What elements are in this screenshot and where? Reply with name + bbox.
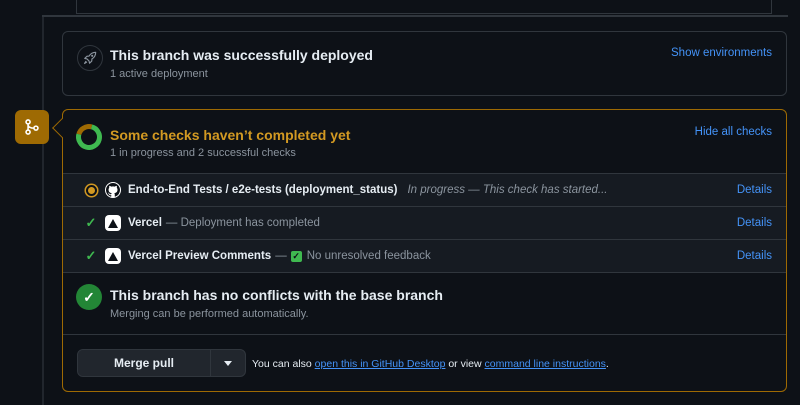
git-merge-icon	[15, 110, 49, 144]
check-description: No unresolved feedback	[306, 250, 431, 262]
check-row-vercel: ✓ Vercel — Deployment has completed Deta…	[63, 207, 786, 240]
check-name: Vercel	[128, 217, 162, 229]
checks-subtitle: 1 in progress and 2 successful checks	[110, 147, 296, 159]
deployment-status-box: This branch was successfully deployed 1 …	[62, 31, 787, 96]
check-row-vercel-preview-comments: ✓ Vercel Preview Comments — ✓ No unresol…	[63, 240, 786, 273]
checkbox-checked-icon: ✓	[290, 250, 302, 262]
conflicts-title: This branch has no conflicts with the ba…	[110, 287, 443, 303]
conflicts-subtitle: Merging can be performed automatically.	[110, 308, 309, 320]
merge-footer: Merge pull request You can also open thi…	[63, 335, 786, 391]
footer-prefix: You can also	[252, 358, 312, 370]
merge-status-box: Some checks haven’t completed yet 1 in p…	[62, 109, 787, 392]
check-details-link[interactable]: Details	[737, 250, 772, 262]
merge-options-dropdown[interactable]	[211, 350, 245, 376]
previous-timeline-item	[76, 0, 772, 14]
check-description: In progress — This check has started...	[407, 184, 608, 196]
merge-pull-request-button[interactable]: Merge pull request	[78, 350, 211, 376]
vercel-icon	[105, 215, 121, 231]
check-success-icon: ✓	[85, 215, 97, 230]
merge-alternatives-text: You can also open this in GitHub Desktop…	[252, 358, 609, 370]
open-in-github-desktop-link[interactable]: open this in GitHub Desktop	[315, 358, 446, 370]
show-environments-link[interactable]: Show environments	[671, 47, 772, 59]
check-success-icon: ✓	[85, 248, 97, 263]
footer-suffix: .	[605, 358, 609, 370]
conflicts-section: ✓ This branch has no conflicts with the …	[63, 273, 786, 335]
check-name: Vercel Preview Comments	[128, 250, 272, 262]
deployment-subtitle: 1 active deployment	[110, 68, 208, 80]
timeline-line	[42, 17, 44, 405]
checks-progress-ring-icon	[71, 119, 107, 155]
deployment-title: This branch was successfully deployed	[110, 47, 373, 63]
check-name: End-to-End Tests / e2e-tests (deployment…	[128, 184, 398, 196]
check-row-e2e: End-to-End Tests / e2e-tests (deployment…	[63, 174, 786, 207]
command-line-instructions-link[interactable]: command line instructions	[485, 358, 606, 370]
checks-title: Some checks haven’t completed yet	[110, 127, 351, 143]
check-details-link[interactable]: Details	[737, 184, 772, 196]
rocket-icon	[77, 45, 103, 71]
check-details-link[interactable]: Details	[737, 217, 772, 229]
github-icon	[105, 182, 121, 198]
chevron-down-icon	[224, 360, 232, 366]
timeline-divider	[42, 15, 788, 17]
check-circle-icon: ✓	[76, 284, 102, 310]
check-description: — Deployment has completed	[165, 217, 320, 229]
in-progress-dot-icon	[77, 184, 105, 196]
checks-header: Some checks haven’t completed yet 1 in p…	[63, 110, 786, 174]
hide-all-checks-link[interactable]: Hide all checks	[695, 126, 772, 138]
check-description-prefix: —	[275, 250, 287, 262]
vercel-icon	[105, 248, 121, 264]
merge-button-group: Merge pull request	[77, 349, 246, 377]
footer-middle: or view	[448, 358, 482, 370]
